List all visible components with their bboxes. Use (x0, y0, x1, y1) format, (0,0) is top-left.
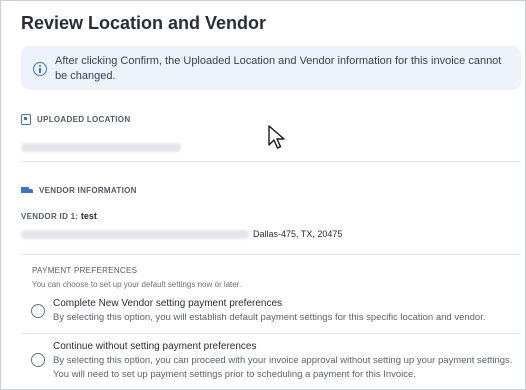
uploaded-location-heading: UPLOADED LOCATION (37, 115, 131, 124)
vendor-city: Dallas-475, TX, 20475 (253, 229, 343, 239)
radio-complete-preferences[interactable] (31, 304, 45, 318)
page-title: Review Location and Vendor (21, 13, 267, 33)
vendor-address: Dallas-475, TX, 20475 (21, 229, 521, 239)
option-title: Complete New Vendor setting payment pref… (53, 298, 283, 309)
divider (21, 161, 521, 162)
mouse-cursor-icon (268, 125, 285, 149)
building-icon (21, 114, 31, 125)
payment-preferences-heading: PAYMENT PREFERENCES (32, 266, 138, 275)
vendor-information-section: VENDOR INFORMATION VENDOR ID 1: test Dal… (21, 186, 521, 239)
truck-icon (21, 186, 33, 195)
info-alert: After clicking Confirm, the Uploaded Loc… (21, 46, 521, 90)
option-title: Continue without setting payment prefere… (53, 341, 257, 352)
payment-preferences-subtext: You can choose to set up your default se… (32, 280, 242, 289)
option-description: By selecting this option, you will estab… (53, 312, 486, 323)
divider (21, 254, 521, 255)
vendor-id-value: test (80, 211, 97, 221)
redacted-location (21, 143, 181, 152)
payment-preferences-section: PAYMENT PREFERENCES You can choose to se… (32, 266, 525, 289)
divider (21, 333, 521, 334)
option-skip-preferences[interactable]: Continue without setting payment prefere… (21, 341, 521, 386)
vendor-information-heading: VENDOR INFORMATION (39, 186, 137, 195)
option-description: By selecting this option, you can procee… (53, 355, 513, 380)
redacted-address (21, 229, 249, 239)
vendor-id-label: VENDOR ID 1: (21, 212, 79, 221)
alert-message: After clicking Confirm, the Uploaded Loc… (55, 55, 502, 82)
vendor-id: VENDOR ID 1: test (21, 211, 521, 221)
option-complete-preferences[interactable]: Complete New Vendor setting payment pref… (21, 298, 521, 328)
review-location-vendor-modal: Review Location and Vendor After clickin… (0, 0, 526, 390)
info-icon (33, 62, 47, 76)
radio-skip-preferences[interactable] (31, 353, 45, 367)
